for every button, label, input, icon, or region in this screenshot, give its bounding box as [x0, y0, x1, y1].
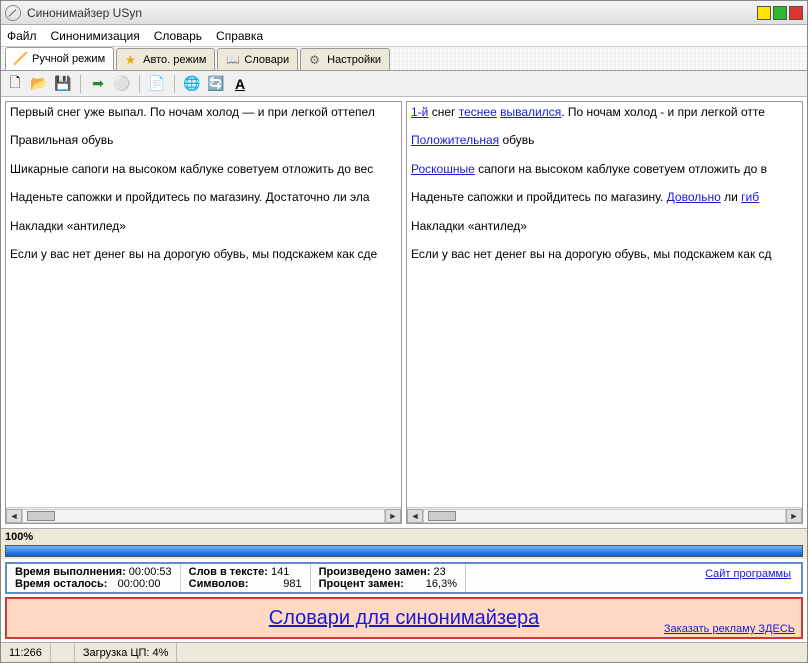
scroll-track[interactable] — [423, 509, 786, 523]
progress-area: 100% — [1, 528, 807, 559]
text-line: Наденьте сапожки и пройдитесь по магазин… — [411, 190, 798, 204]
new-button[interactable]: 🗋 — [5, 74, 25, 94]
stat-value: 141 — [271, 566, 289, 578]
tab-auto-label: Авто. режим — [143, 54, 206, 66]
h-scrollbar[interactable]: ◄ ► — [407, 507, 802, 523]
stat-label: Произведено замен: — [319, 566, 431, 578]
minimize-button[interactable] — [757, 6, 771, 20]
scroll-right-icon[interactable]: ► — [385, 509, 401, 523]
ad-banner: Словари для синонимайзера Заказать рекла… — [5, 597, 803, 639]
window-buttons — [757, 6, 803, 20]
menu-dictionary[interactable]: Словарь — [154, 29, 202, 43]
ad-order-link[interactable]: Заказать рекламу ЗДЕСЬ — [664, 623, 795, 635]
stat-label: Символов: — [189, 578, 249, 590]
pencil-icon — [14, 52, 28, 66]
result-text[interactable]: 1-й снег теснее вывалился. По ночам холо… — [407, 102, 802, 507]
stats-panel: Время выполнения: 00:00:53 Время осталос… — [5, 562, 803, 594]
separator — [139, 75, 140, 93]
separator — [80, 75, 81, 93]
stat-value: 23 — [434, 566, 446, 578]
text-line: Наденьте сапожки и пройдитесь по магазин… — [10, 190, 397, 204]
tab-bar: Ручной режим Авто. режим Словари Настрой… — [1, 47, 807, 71]
export-button[interactable]: 📄 — [147, 74, 167, 94]
text-line: Накладки «антилед» — [411, 219, 798, 233]
menu-file[interactable]: Файл — [7, 29, 37, 43]
close-button[interactable] — [789, 6, 803, 20]
scroll-right-icon[interactable]: ► — [786, 509, 802, 523]
cpu-load: Загрузка ЦП: 4% — [75, 643, 178, 662]
ad-main-link[interactable]: Словари для синонимайзера — [269, 607, 539, 630]
tab-dictionaries[interactable]: Словари — [217, 48, 298, 70]
menu-synonymize[interactable]: Синонимизация — [51, 29, 140, 43]
scroll-thumb[interactable] — [27, 511, 55, 521]
open-button[interactable]: 📂 — [29, 74, 49, 94]
stats-replace: Произведено замен: 23 Процент замен: 16,… — [311, 564, 466, 592]
text-line: Правильная обувь — [10, 133, 397, 147]
status-spacer — [51, 643, 75, 662]
text-line: Шикарные сапоги на высоком каблуке совет… — [10, 162, 397, 176]
window-title: Синонимайзер USyn — [27, 6, 757, 20]
cursor-position: 11:266 — [1, 643, 51, 662]
toolbar: 🗋 📂 💾 ➡ ⚪ 📄 🌐 🔄 A — [1, 71, 807, 97]
run-button[interactable]: ➡ — [88, 74, 108, 94]
text-line: Положительная обувь — [411, 133, 798, 147]
right-pane: 1-й снег теснее вывалился. По ночам холо… — [406, 101, 803, 524]
stat-value: 16,3% — [407, 578, 457, 590]
tab-dicts-label: Словари — [244, 54, 289, 66]
stop-button[interactable]: ⚪ — [112, 74, 132, 94]
link-label: Сайт программы — [705, 568, 791, 580]
font-button[interactable]: A — [230, 74, 250, 94]
stat-label: Процент замен: — [319, 578, 404, 590]
maximize-button[interactable] — [773, 6, 787, 20]
menu-help[interactable]: Справка — [216, 29, 263, 43]
globe-button[interactable]: 🌐 — [182, 74, 202, 94]
menu-bar: Файл Синонимизация Словарь Справка — [1, 25, 807, 47]
separator — [174, 75, 175, 93]
save-button[interactable]: 💾 — [53, 74, 73, 94]
text-line: 1-й снег теснее вывалился. По ночам холо… — [411, 105, 798, 119]
stat-label: Слов в тексте: — [189, 566, 268, 578]
h-scrollbar[interactable]: ◄ ► — [6, 507, 401, 523]
stat-value: 981 — [252, 578, 302, 590]
source-text[interactable]: Первый снег уже выпал. По ночам холод — … — [6, 102, 401, 507]
status-bar: 11:266 Загрузка ЦП: 4% — [1, 642, 807, 662]
gear-icon — [309, 53, 323, 67]
text-line: Если у вас нет денег вы на дорогую обувь… — [10, 247, 397, 261]
refresh-button[interactable]: 🔄 — [206, 74, 226, 94]
progress-bar — [5, 545, 803, 557]
stat-label: Время выполнения: — [15, 566, 126, 578]
text-line: Роскошные сапоги на высоком каблуке сове… — [411, 162, 798, 176]
title-bar: Синонимайзер USyn — [1, 1, 807, 25]
tab-settings-label: Настройки — [327, 54, 381, 66]
stat-value: 00:00:00 — [110, 578, 160, 590]
editor-panes: Первый снег уже выпал. По ночам холод — … — [1, 97, 807, 528]
book-icon — [226, 53, 240, 67]
stat-value: 00:00:53 — [129, 566, 172, 578]
app-window: Синонимайзер USyn Файл Синонимизация Сло… — [0, 0, 808, 663]
tab-auto[interactable]: Авто. режим — [116, 48, 215, 70]
text-line: Первый снег уже выпал. По ночам холод — … — [10, 105, 397, 119]
tab-manual[interactable]: Ручной режим — [5, 47, 114, 70]
scroll-left-icon[interactable]: ◄ — [407, 509, 423, 523]
program-site-link[interactable]: Сайт программы — [695, 564, 801, 592]
progress-percent: 100% — [5, 531, 803, 543]
text-line: Если у вас нет денег вы на дорогую обувь… — [411, 247, 798, 261]
progress-fill — [6, 546, 802, 556]
tab-manual-label: Ручной режим — [32, 53, 105, 65]
stats-words: Слов в тексте: 141 Символов: 981 — [181, 564, 311, 592]
left-pane: Первый снег уже выпал. По ночам холод — … — [5, 101, 402, 524]
text-line: Накладки «антилед» — [10, 219, 397, 233]
scroll-track[interactable] — [22, 509, 385, 523]
stat-label: Время осталось: — [15, 578, 107, 590]
star-icon — [125, 53, 139, 67]
app-icon — [5, 5, 21, 21]
scroll-left-icon[interactable]: ◄ — [6, 509, 22, 523]
link-label: Словари для синонимайзера — [269, 607, 539, 629]
tab-settings[interactable]: Настройки — [300, 48, 390, 70]
stats-time: Время выполнения: 00:00:53 Время осталос… — [7, 564, 181, 592]
link-label: Заказать рекламу ЗДЕСЬ — [664, 623, 795, 635]
scroll-thumb[interactable] — [428, 511, 456, 521]
